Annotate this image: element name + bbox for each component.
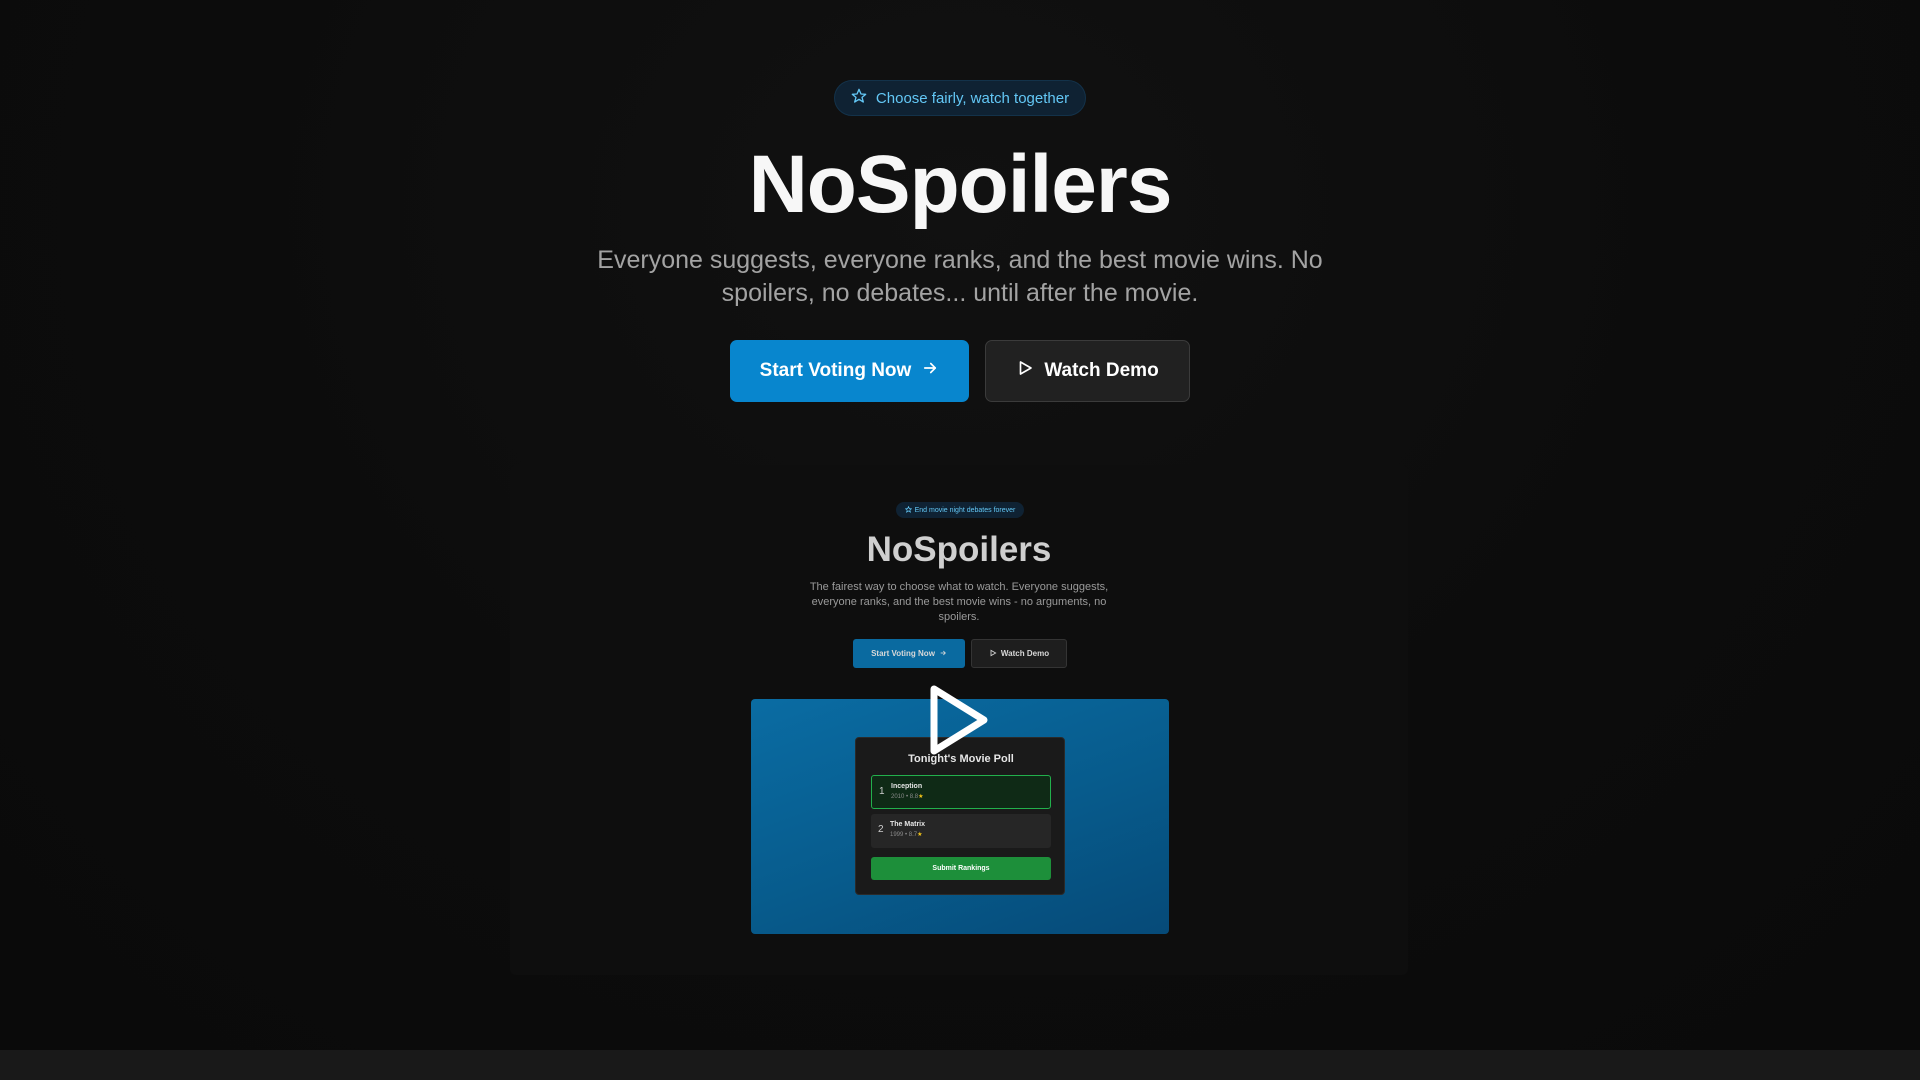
page-title: NoSpoilers (748, 139, 1173, 230)
poll-item: 1 Inception 2010 • 8.8★ (871, 775, 1051, 809)
video-play-icon[interactable] (928, 684, 990, 756)
poll-movie-meta: 2010 • 8.8★ (891, 794, 924, 800)
rating-star-icon: ★ (918, 794, 924, 800)
demo-subtitle: The fairest way to choose what to watch.… (809, 581, 1109, 623)
rating-star-icon: ★ (917, 832, 923, 838)
watch-demo-button[interactable]: Watch Demo (985, 340, 1190, 402)
hero-section: Choose fairly, watch together NoSpoilers… (0, 0, 1920, 1050)
submit-rankings-button: Submit Rankings (871, 857, 1051, 880)
demo-watch-demo-label: Watch Demo (1000, 649, 1050, 658)
poll-rank: 2 (878, 824, 884, 835)
start-voting-label: Start Voting Now (759, 360, 912, 381)
poll-movie-meta: 1999 • 8.7★ (890, 832, 923, 838)
demo-preview[interactable]: End movie night debates forever NoSpoile… (510, 465, 1408, 975)
star-icon (904, 505, 912, 515)
demo-badge: End movie night debates forever (896, 502, 1024, 518)
arrow-right-icon (939, 649, 947, 659)
watch-demo-label: Watch Demo (1044, 360, 1159, 381)
tagline-badge: Choose fairly, watch together (834, 80, 1086, 116)
demo-start-voting-button: Start Voting Now (853, 639, 965, 668)
demo-watch-demo-button: Watch Demo (971, 639, 1067, 668)
start-voting-button[interactable]: Start Voting Now (730, 340, 969, 402)
star-icon (851, 88, 867, 108)
footer-strip (0, 1050, 1920, 1080)
demo-title: NoSpoilers (866, 530, 1052, 569)
poll-item: 2 The Matrix 1999 • 8.7★ (871, 814, 1051, 848)
poll-movie-name: The Matrix (890, 821, 926, 828)
play-icon (1016, 359, 1034, 383)
movie-poll-card: Tonight's Movie Poll 1 Inception 2010 • … (855, 737, 1065, 895)
poll-movie-name: Inception (891, 783, 923, 790)
play-icon (989, 649, 997, 659)
poll-rank: 1 (879, 786, 885, 797)
tagline-text: Choose fairly, watch together (875, 89, 1070, 107)
hero-subtitle: Everyone suggests, everyone ranks, and t… (597, 246, 1323, 307)
demo-badge-text: End movie night debates forever (914, 506, 1016, 514)
arrow-right-icon (921, 359, 939, 383)
demo-start-voting-label: Start Voting Now (871, 649, 935, 658)
